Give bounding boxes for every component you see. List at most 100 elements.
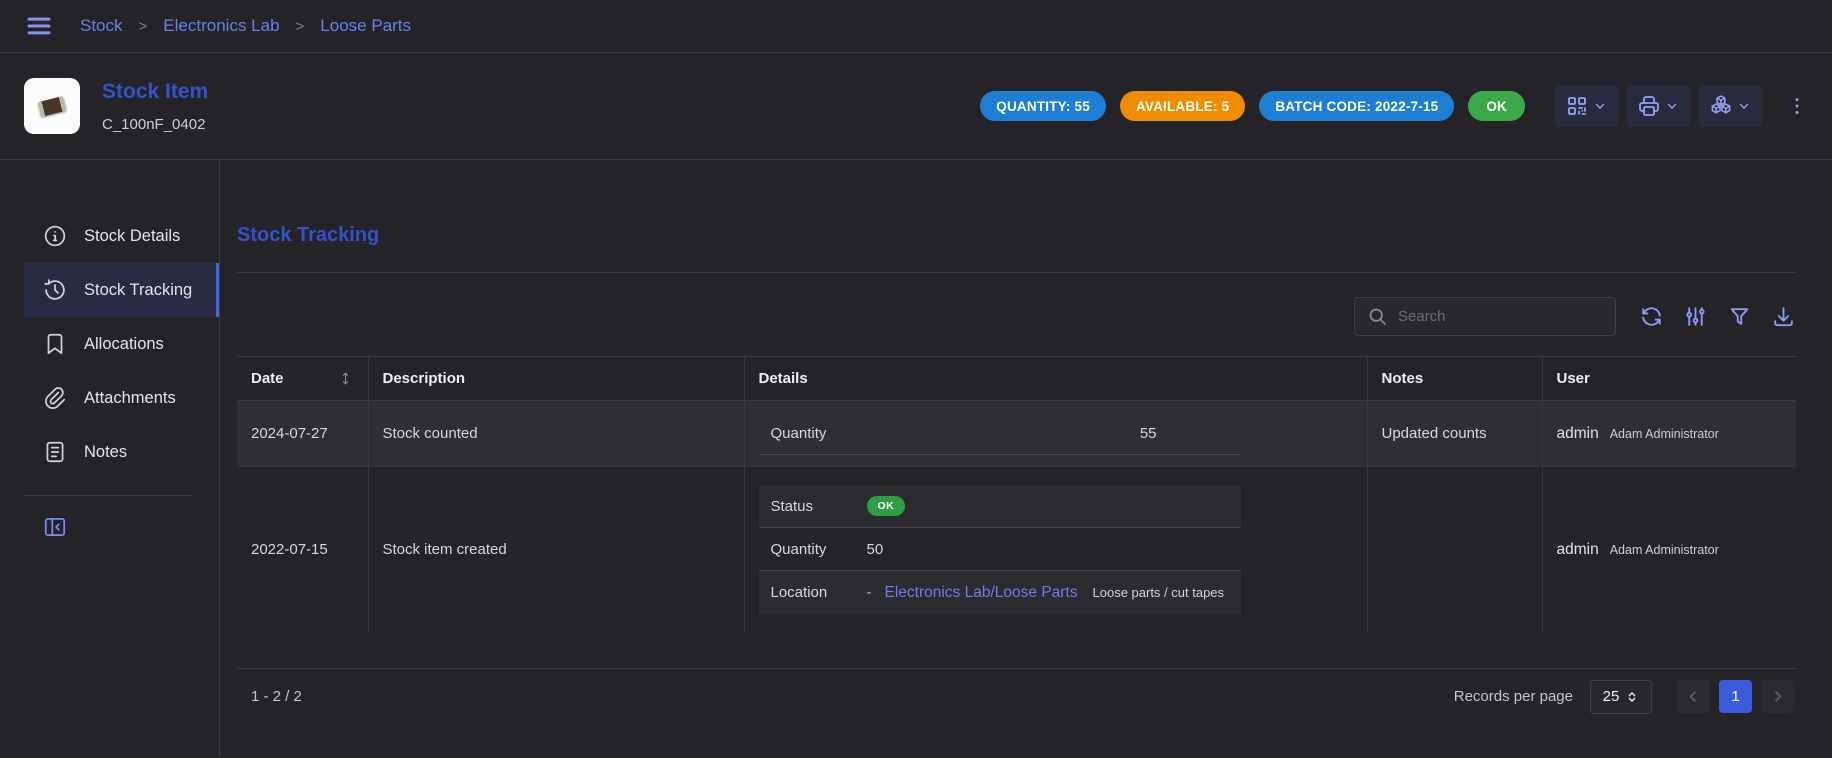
pagination-controls: Records per page 25 1	[1454, 680, 1794, 714]
sort-icon[interactable]	[337, 370, 354, 387]
breadcrumb-link-electronics-lab[interactable]: Electronics Lab	[163, 16, 279, 36]
stock-actions-button[interactable]	[1699, 85, 1762, 127]
chevron-left-icon	[1685, 688, 1702, 705]
column-header-user[interactable]: User	[1542, 357, 1796, 401]
quantity-badge: QUANTITY: 55	[980, 91, 1106, 121]
records-per-page-select[interactable]: 25	[1590, 680, 1652, 714]
print-actions-button[interactable]	[1627, 85, 1690, 127]
detail-label: Status	[771, 498, 867, 515]
sidebar-item-label: Notes	[84, 443, 127, 462]
search-icon	[1367, 306, 1388, 327]
table-header-row: Date Description Details Notes User	[237, 357, 1796, 401]
detail-value: 55	[1140, 425, 1157, 442]
content-area: Stock Details Stock Tracking Allocations	[0, 160, 1832, 757]
detail-value: 50	[867, 541, 884, 558]
stock-tracking-table: Date Description Details Notes User	[237, 356, 1796, 633]
breadcrumb-separator: >	[296, 18, 305, 35]
location-dash: -	[867, 584, 872, 601]
records-per-page-value: 25	[1603, 688, 1620, 705]
record-range: 1 - 2 / 2	[251, 688, 302, 705]
username: admin	[1557, 541, 1599, 559]
column-header-description[interactable]: Description	[368, 357, 744, 401]
search-box	[1354, 297, 1616, 336]
column-header-details[interactable]: Details	[744, 357, 1367, 401]
column-header-notes[interactable]: Notes	[1367, 357, 1542, 401]
cell-date: 2024-07-27	[237, 401, 368, 467]
refresh-icon[interactable]	[1639, 304, 1664, 329]
cell-description: Stock counted	[368, 401, 744, 467]
sidebar-item-stock-details[interactable]: Stock Details	[24, 209, 219, 263]
location-description: Loose parts / cut tapes	[1093, 585, 1225, 600]
sidebar-divider	[24, 495, 191, 496]
packages-icon	[1709, 94, 1733, 118]
capacitor-image	[38, 96, 67, 117]
cell-date: 2022-07-15	[237, 467, 368, 633]
table-footer: 1 - 2 / 2 Records per page 25 1	[237, 668, 1796, 714]
selector-icon	[1625, 690, 1639, 704]
cell-notes	[1367, 467, 1542, 633]
adjustments-icon[interactable]	[1683, 304, 1708, 329]
cell-user: admin Adam Administrator	[1542, 401, 1796, 467]
part-thumbnail[interactable]	[24, 78, 80, 134]
column-header-date[interactable]: Date	[237, 357, 368, 401]
detail-row-quantity: Quantity 50	[759, 528, 1241, 571]
qr-code-icon	[1565, 94, 1589, 118]
breadcrumb: Stock > Electronics Lab > Loose Parts	[80, 16, 411, 36]
username: admin	[1557, 425, 1599, 443]
table-row[interactable]: 2024-07-27 Stock counted Quantity 55 Upd…	[237, 401, 1796, 467]
barcode-actions-button[interactable]	[1555, 85, 1618, 127]
table-toolbar	[237, 297, 1796, 336]
page-1-button[interactable]: 1	[1719, 680, 1752, 713]
heading-divider	[237, 272, 1796, 273]
collapse-sidebar-icon[interactable]	[42, 514, 68, 540]
search-input[interactable]	[1398, 308, 1603, 325]
paperclip-icon	[42, 385, 68, 411]
sidebar-item-label: Allocations	[84, 335, 164, 354]
cell-notes: Updated counts	[1367, 401, 1542, 467]
cell-description: Stock item created	[368, 467, 744, 633]
user-fullname: Adam Administrator	[1610, 543, 1719, 557]
chevron-down-icon	[1664, 98, 1680, 114]
detail-row-quantity: Quantity 55	[759, 412, 1241, 455]
sidebar-item-label: Attachments	[84, 389, 176, 408]
notes-icon	[42, 439, 68, 465]
sidebar-item-label: Stock Details	[84, 227, 180, 246]
page-title: Stock Item	[102, 80, 208, 104]
main-panel: Stock Tracking	[220, 160, 1832, 757]
previous-page-button[interactable]	[1677, 680, 1710, 713]
sidebar-item-notes[interactable]: Notes	[24, 425, 219, 479]
download-icon[interactable]	[1771, 304, 1796, 329]
status-ok-badge: OK	[1468, 91, 1525, 121]
page-header: Stock Item C_100nF_0402 QUANTITY: 55 AVA…	[0, 53, 1832, 160]
cell-details: Quantity 55	[744, 401, 1367, 467]
sidebar-item-stock-tracking[interactable]: Stock Tracking	[24, 263, 219, 317]
records-per-page-label: Records per page	[1454, 688, 1573, 705]
part-name: C_100nF_0402	[102, 116, 208, 133]
column-label: Date	[251, 370, 284, 387]
next-page-button[interactable]	[1761, 680, 1794, 713]
table-row[interactable]: 2022-07-15 Stock item created Status OK …	[237, 467, 1796, 633]
sidebar-item-attachments[interactable]: Attachments	[24, 371, 219, 425]
cell-details: Status OK Quantity 50 Location - Electro…	[744, 467, 1367, 633]
chevron-down-icon	[1592, 98, 1608, 114]
dots-vertical-icon[interactable]	[1786, 95, 1808, 117]
location-link[interactable]: Electronics Lab/Loose Parts	[885, 584, 1078, 602]
filter-icon[interactable]	[1727, 304, 1752, 329]
breadcrumb-link-loose-parts[interactable]: Loose Parts	[320, 16, 411, 36]
breadcrumb-link-stock[interactable]: Stock	[80, 16, 123, 36]
chevron-down-icon	[1736, 98, 1752, 114]
cell-user: admin Adam Administrator	[1542, 467, 1796, 633]
detail-label: Quantity	[771, 541, 867, 558]
detail-row-location: Location - Electronics Lab/Loose Parts L…	[759, 571, 1241, 614]
menu-hamburger-icon[interactable]	[24, 11, 54, 41]
info-circle-icon	[42, 223, 68, 249]
status-ok-pill: OK	[867, 496, 906, 516]
breadcrumb-separator: >	[139, 18, 148, 35]
header-right: QUANTITY: 55 AVAILABLE: 5 BATCH CODE: 20…	[980, 85, 1808, 127]
bookmark-icon	[42, 331, 68, 357]
detail-row-status: Status OK	[759, 485, 1241, 528]
user-fullname: Adam Administrator	[1610, 427, 1719, 441]
header-actions	[1555, 85, 1762, 127]
sidebar-item-allocations[interactable]: Allocations	[24, 317, 219, 371]
title-block: Stock Item C_100nF_0402	[102, 80, 208, 133]
